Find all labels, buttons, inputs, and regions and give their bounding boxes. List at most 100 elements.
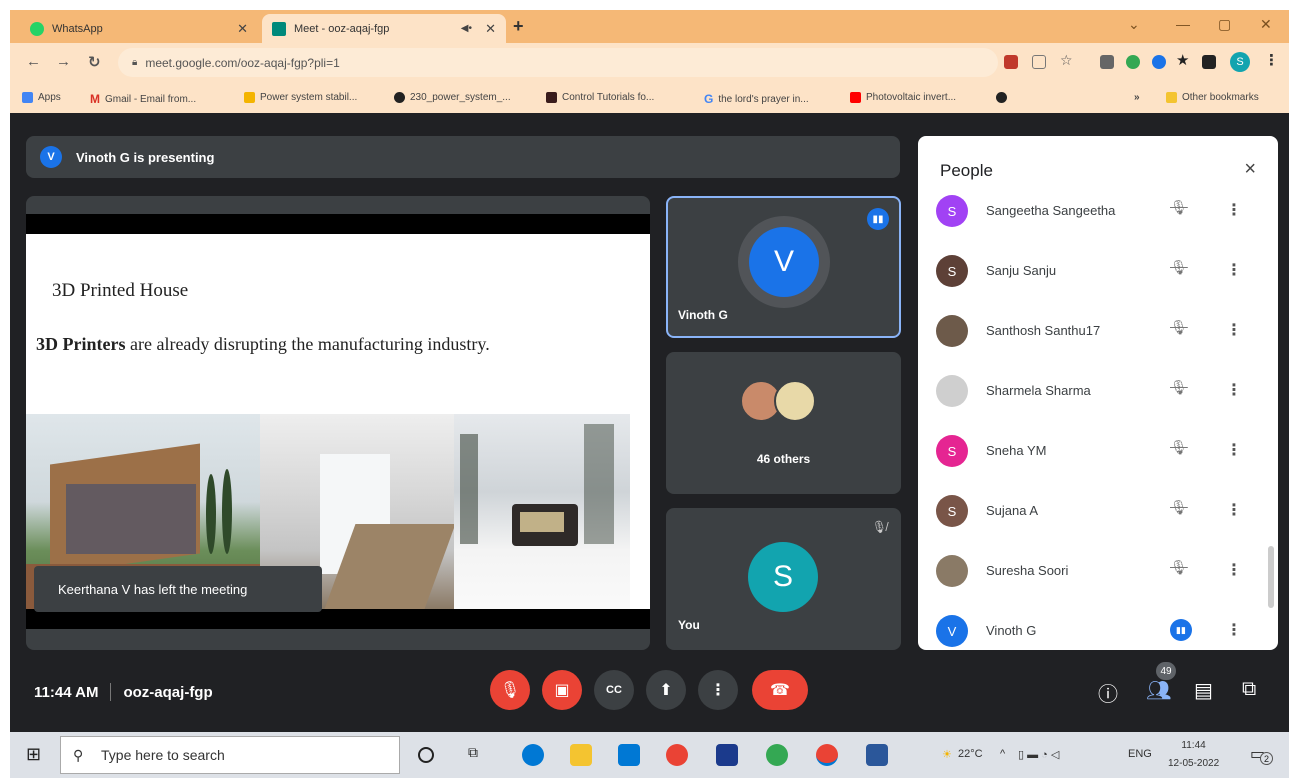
captions-button[interactable]: CC [594,670,634,710]
extension-icon[interactable] [1100,55,1114,69]
participant-row[interactable]: S Sangeetha Sangeetha 🎙︎ ⋮ [918,180,1258,240]
muted-mic-icon[interactable]: 🎙︎ [1170,379,1192,401]
participant-more-icon[interactable]: ⋮ [1226,560,1242,580]
scrollbar[interactable] [1268,546,1274,608]
bookmark-apps[interactable]: Apps [22,92,61,103]
taskbar-clock[interactable]: 11:44 12-05-2022 [1168,737,1219,773]
bookmarks-overflow-button[interactable]: » [1134,92,1140,103]
menu-kebab-icon[interactable]: ⋮ [1264,51,1279,69]
taskbar-search-input[interactable]: ⚲ Type here to search [60,736,400,774]
more-options-button[interactable]: ⋮ [698,670,738,710]
other-bookmarks[interactable]: Other bookmarks [1166,92,1259,103]
forward-icon[interactable]: → [56,53,71,70]
leave-call-button[interactable]: ☎ [752,670,808,710]
participant-row[interactable]: V Vinoth G ▮▮ ⋮ [918,600,1258,650]
minimize-icon[interactable]: — [1176,16,1190,32]
close-window-icon[interactable]: ✕ [1260,16,1272,33]
muted-mic-icon[interactable]: 🎙︎ [1170,559,1192,581]
muted-mic-icon[interactable]: 🎙︎ [1170,499,1192,521]
muted-mic-icon[interactable]: 🎙︎ [1170,199,1192,221]
close-tab-icon[interactable]: ✕ [485,21,496,37]
activities-icon[interactable]: ⧉ [1242,678,1256,701]
app-icon[interactable] [716,744,738,766]
others-tile[interactable]: 46 others [666,352,901,494]
url-field[interactable]: 🔒︎ meet.google.com/ooz-aqaj-fgp?pli=1 [118,48,998,77]
participant-more-icon[interactable]: ⋮ [1226,620,1242,640]
chat-icon[interactable]: ▤ [1194,678,1213,703]
participant-row[interactable]: Suresha Soori 🎙︎ ⋮ [918,540,1258,600]
audio-playing-icon[interactable]: ◀• [461,23,472,34]
muted-mic-icon[interactable]: 🎙︎ [1170,319,1192,341]
folder-icon [1166,92,1177,103]
bookmark-control-tutorials[interactable]: Control Tutorials fo... [546,92,654,103]
tray-icons[interactable]: ▯ ▬ ◔ ◁ [1018,748,1059,761]
word-icon[interactable] [866,744,888,766]
reload-icon[interactable]: ↻ [88,53,101,71]
side-panel-icon[interactable] [1202,55,1216,69]
participant-row[interactable]: S Sanju Sanju 🎙︎ ⋮ [918,240,1258,300]
meeting-details-icon[interactable]: ⓘ [1098,678,1118,707]
cortana-icon[interactable] [418,747,434,763]
participant-more-icon[interactable]: ⋮ [1226,500,1242,520]
tab-whatsapp[interactable]: WhatsApp ✕ [20,14,258,43]
tab-title: WhatsApp [52,22,103,35]
present-now-button[interactable]: ⬆ [646,670,686,710]
muted-mic-icon[interactable]: 🎙︎ [1170,439,1192,461]
close-panel-icon[interactable]: × [1244,158,1256,181]
participant-more-icon[interactable]: ⋮ [1226,320,1242,340]
chrome-profile-icon[interactable] [766,744,788,766]
participant-name: Santhosh Santhu17 [986,323,1101,338]
bookmark-lords-prayer[interactable]: G the lord's prayer in... [704,92,809,106]
speaking-indicator-icon[interactable]: ▮▮ [1170,619,1192,641]
back-icon[interactable]: ← [26,53,41,70]
mail-icon[interactable] [618,744,640,766]
bookmark-power-system[interactable]: Power system stabil... [244,92,357,103]
chrome-icon[interactable] [666,744,688,766]
bookmark-github[interactable] [996,92,1012,103]
meet-extension-icon[interactable] [1152,55,1166,69]
participant-avatar: S [936,495,968,527]
bookmark-photovoltaic[interactable]: Photovoltaic invert... [850,92,956,103]
weather-icon[interactable]: ☀ [942,748,952,761]
tab-meet[interactable]: Meet - ooz-aqaj-fgp ◀• ✕ [262,14,506,43]
participant-more-icon[interactable]: ⋮ [1226,260,1242,280]
participant-row[interactable]: S Sneha YM 🎙︎ ⋮ [918,420,1258,480]
captions-icon: CC [606,684,622,696]
windows-start-icon[interactable]: ⊞ [26,744,41,765]
bookmark-230-power[interactable]: 230_power_system_... [394,92,511,103]
notification-center[interactable]: ▭ 2 [1250,744,1273,765]
show-hidden-icons[interactable]: ^ [1000,748,1005,760]
camera-off-button[interactable]: ▣ [542,670,582,710]
maximize-icon[interactable]: ▢ [1218,16,1231,33]
participant-row[interactable]: S Sujana A 🎙︎ ⋮ [918,480,1258,540]
camera-in-use-icon[interactable] [1004,55,1018,69]
participant-row[interactable]: Sharmela Sharma 🎙︎ ⋮ [918,360,1258,420]
apps-grid-icon [22,92,33,103]
participant-more-icon[interactable]: ⋮ [1226,440,1242,460]
new-tab-button[interactable]: + [513,16,524,37]
bookmark-gmail[interactable]: M Gmail - Email from... [90,92,196,106]
chrome-active-icon[interactable] [816,744,838,766]
temperature[interactable]: 22°C [958,748,983,760]
participant-more-icon[interactable]: ⋮ [1226,380,1242,400]
share-icon[interactable] [1032,55,1046,69]
mic-off-button[interactable]: 🎙︎ [490,670,530,710]
language-indicator[interactable]: ENG [1128,748,1152,760]
grammarly-icon[interactable] [1126,55,1140,69]
people-button[interactable]: 49 👥︎ [1146,662,1176,703]
participant-row[interactable]: Santhosh Santhu17 🎙︎ ⋮ [918,300,1258,360]
bookmark-star-icon[interactable]: ☆ [1060,52,1073,69]
file-explorer-icon[interactable] [570,744,592,766]
puzzle-extensions-icon[interactable]: ★ [1176,51,1189,69]
tab-search-icon[interactable]: ⌄ [1128,16,1140,33]
address-toolbar: ← → ↻ 🔒︎ meet.google.com/ooz-aqaj-fgp?pl… [10,43,1289,83]
clock-time: 11:44 [1181,740,1206,751]
muted-mic-icon[interactable]: 🎙︎ [1170,259,1192,281]
participant-more-icon[interactable]: ⋮ [1226,200,1242,220]
self-tile[interactable]: 🎙︎̸ S You [666,508,901,650]
close-tab-icon[interactable]: ✕ [237,21,248,37]
task-view-icon[interactable]: ⧉ [468,744,490,766]
presenter-tile[interactable]: V ▮▮ Vinoth G [666,196,901,338]
profile-avatar[interactable]: S [1230,52,1250,72]
edge-icon[interactable] [522,744,544,766]
